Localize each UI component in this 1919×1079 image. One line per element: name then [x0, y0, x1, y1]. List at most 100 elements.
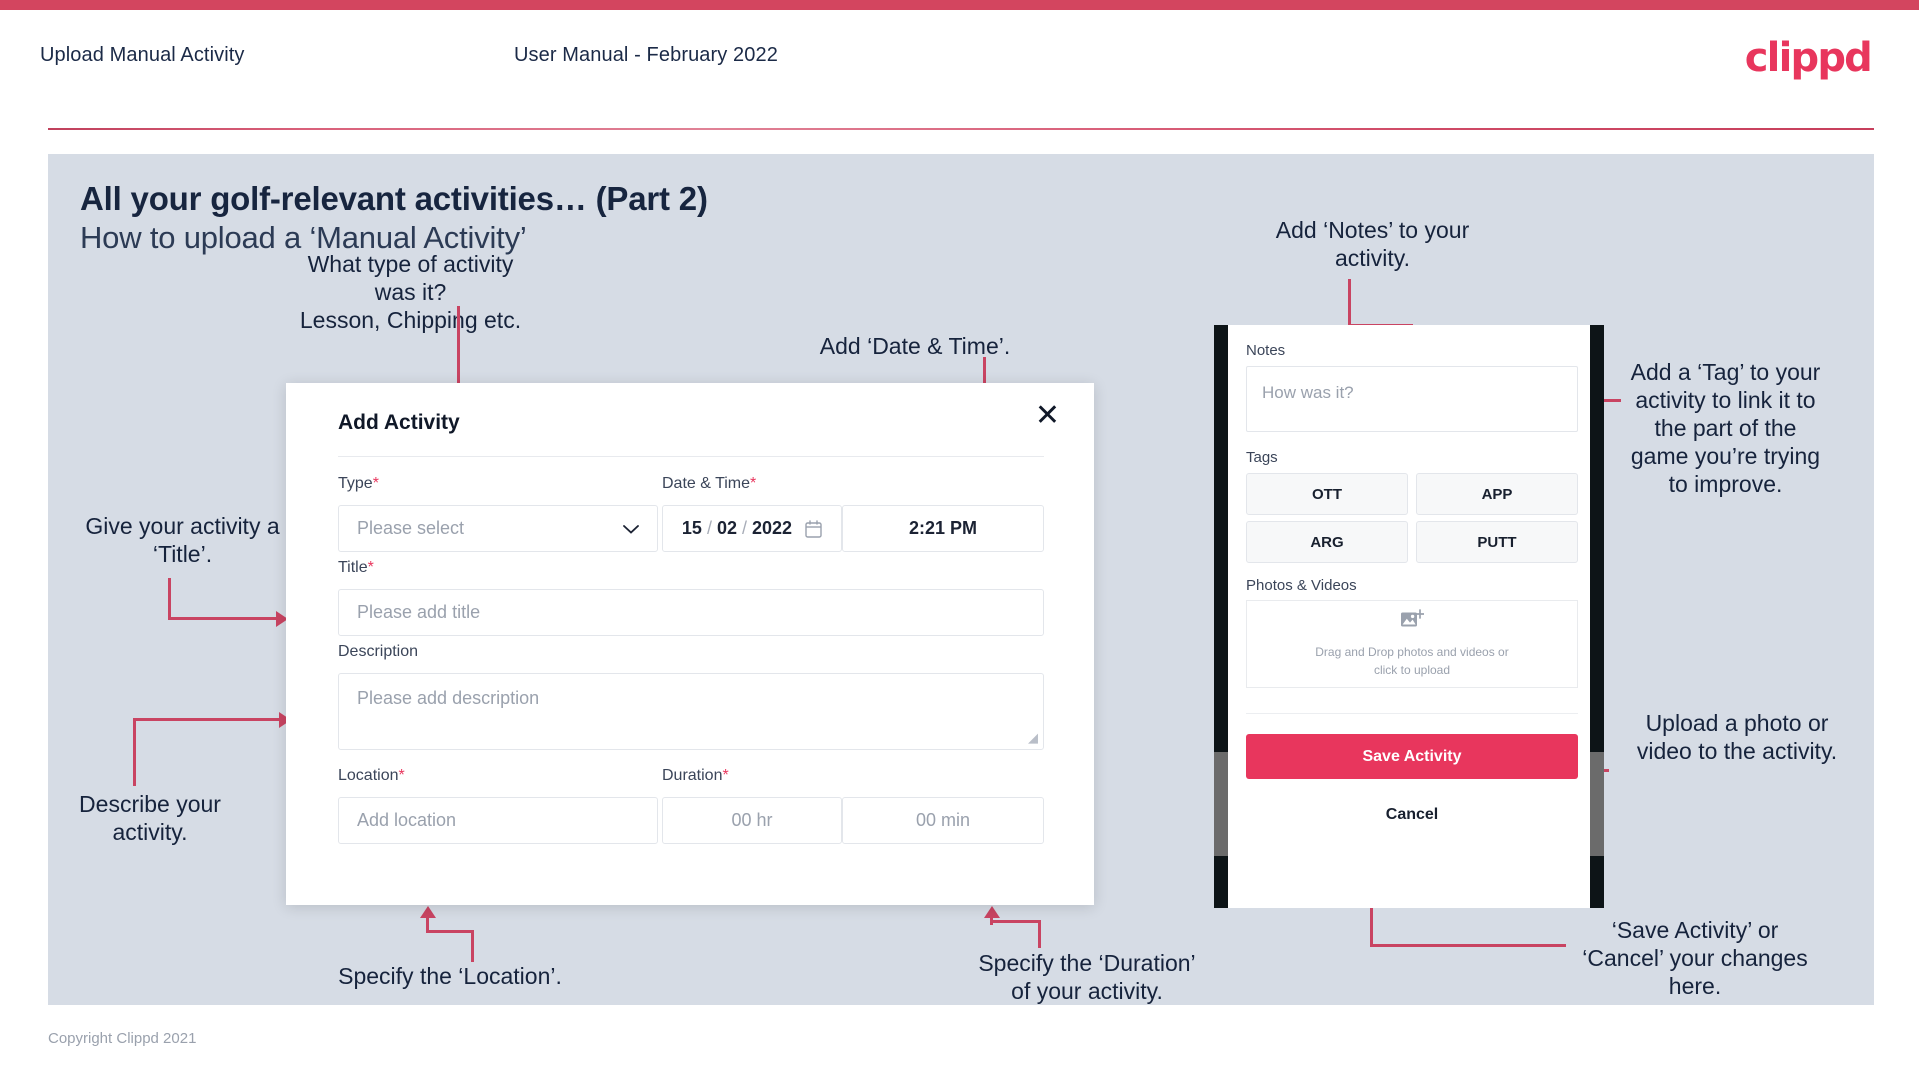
top-accent-stripe: [0, 0, 1919, 10]
notes-label: Notes: [1246, 342, 1286, 359]
annotation-datetime: Add ‘Date & Time’.: [815, 332, 1015, 360]
annotation-save-line3: here.: [1668, 973, 1722, 1000]
annotation-describe: Describe your activity.: [55, 790, 245, 846]
page-subtitle: User Manual - February 2022: [514, 44, 778, 66]
resize-handle-icon[interactable]: ◢: [1028, 731, 1038, 746]
annotation-notes-line2: activity.: [1335, 245, 1410, 272]
page-title: Upload Manual Activity: [40, 44, 245, 66]
duration-minutes-placeholder: 00 min: [915, 810, 971, 830]
save-activity-button[interactable]: Save Activity: [1246, 734, 1578, 779]
annotation-duration-line2: of your activity.: [1011, 978, 1163, 1005]
date-sep-2: /: [742, 518, 748, 538]
title-input[interactable]: Please add title: [338, 589, 1044, 636]
location-placeholder: Add location: [357, 810, 457, 830]
photos-label: Photos & Videos: [1246, 577, 1357, 594]
annotation-title: Give your activity a ‘Title’.: [55, 512, 310, 568]
duration-hours-input[interactable]: 00 hr: [662, 797, 842, 844]
duration-required-marker: *: [722, 767, 729, 784]
dialog-title: Add Activity: [338, 411, 460, 434]
datetime-label-text: Date & Time: [662, 475, 751, 492]
annotation-type-line2: Lesson, Chipping etc.: [299, 307, 522, 334]
location-input[interactable]: Add location: [338, 797, 658, 844]
slide-page: Upload Manual Activity User Manual - Feb…: [0, 0, 1919, 1079]
annotation-upload-line1: Upload a photo or: [1645, 710, 1829, 736]
annotation-notes: Add ‘Notes’ to your activity.: [1245, 216, 1500, 272]
tag-ott[interactable]: OTT: [1246, 473, 1408, 515]
connector-loc-v2: [426, 917, 429, 933]
description-textarea[interactable]: Please add description ◢: [338, 673, 1044, 750]
connector-desc-v: [133, 718, 136, 786]
header-divider: [48, 128, 1874, 130]
annotation-location-text: Specify the ‘Location’.: [338, 963, 562, 989]
datetime-required-marker: *: [750, 475, 757, 492]
connector-save-h: [1370, 944, 1566, 947]
date-year: 2022: [752, 518, 793, 538]
duration-minutes-input[interactable]: 00 min: [842, 797, 1044, 844]
connector-loc-v1: [471, 930, 474, 962]
annotation-describe-line1: Describe your: [79, 791, 221, 817]
annotation-tag-line2: activity to link it to: [1635, 387, 1816, 414]
phone-frame: Notes How was it? Tags OTT APP ARG PUTT …: [1214, 325, 1604, 908]
time-value: 2:21 PM: [908, 518, 978, 538]
close-icon[interactable]: ✕: [1035, 401, 1060, 431]
annotation-tag: Add a ‘Tag’ to your activity to link it …: [1618, 358, 1833, 498]
annotation-datetime-text: Add ‘Date & Time’.: [819, 333, 1011, 359]
title-label-text: Title: [338, 559, 368, 576]
phone-side-button-left: [1214, 752, 1228, 856]
annotation-title-line2: ‘Title’.: [152, 541, 213, 568]
dropzone-text: Drag and Drop photos and videos or click…: [1315, 644, 1508, 679]
connector-dur-h: [990, 920, 1041, 923]
annotation-tag-line1: Add a ‘Tag’ to your: [1630, 359, 1821, 385]
tags-label: Tags: [1246, 449, 1278, 466]
duration-hours-placeholder: 00 hr: [731, 810, 773, 830]
date-month: 02: [716, 518, 737, 538]
type-select[interactable]: Please select: [338, 505, 658, 552]
annotation-tag-line4: game you’re trying: [1630, 443, 1821, 470]
dropzone-line2: click to upload: [1373, 662, 1451, 677]
duration-label-text: Duration: [662, 767, 723, 784]
date-input[interactable]: 15 / 02 / 2022: [662, 505, 842, 552]
phone-divider: [1246, 713, 1578, 714]
connector-loc-h: [426, 930, 474, 933]
footer-copyright: Copyright Clippd 2021: [48, 1030, 197, 1047]
connector-dur-v1: [1038, 920, 1041, 948]
annotation-duration: Specify the ‘Duration’ of your activity.: [962, 949, 1212, 1005]
chevron-down-icon: [623, 518, 639, 539]
location-label: Location*: [338, 767, 405, 785]
connector-title-h: [168, 617, 278, 620]
time-input[interactable]: 2:21 PM: [842, 505, 1044, 552]
duration-label: Duration*: [662, 767, 729, 785]
date-day: 15: [681, 518, 702, 538]
title-required-marker: *: [367, 559, 374, 576]
add-image-icon: [1400, 609, 1425, 635]
photo-dropzone[interactable]: Drag and Drop photos and videos or click…: [1246, 600, 1578, 688]
tag-arg[interactable]: ARG: [1246, 521, 1408, 563]
annotation-type-line1: What type of activity was it?: [307, 251, 514, 306]
annotation-duration-line1: Specify the ‘Duration’: [978, 950, 1196, 976]
connector-loc-arrow: [420, 906, 436, 918]
description-placeholder: Please add description: [357, 688, 540, 708]
type-label-text: Type: [338, 475, 373, 492]
connector-desc-h: [133, 718, 281, 721]
annotation-location: Specify the ‘Location’.: [330, 962, 570, 990]
clippd-logo: clippd: [1744, 35, 1873, 81]
title-label: Title*: [338, 559, 374, 577]
tag-app[interactable]: APP: [1416, 473, 1578, 515]
calendar-icon[interactable]: [805, 519, 822, 538]
cancel-button[interactable]: Cancel: [1246, 806, 1578, 824]
phone-side-button-right: [1590, 752, 1604, 856]
datetime-label: Date & Time*: [662, 475, 756, 493]
add-activity-dialog: Add Activity ✕ Type * Please select Date …: [286, 383, 1094, 905]
dialog-divider: [338, 456, 1044, 457]
connector-notes-v1: [1348, 279, 1351, 327]
type-placeholder: Please select: [357, 518, 465, 538]
annotation-tag-line3: the part of the: [1654, 415, 1797, 442]
date-sep-1: /: [706, 518, 712, 538]
annotation-save-line1: ‘Save Activity’ or: [1611, 917, 1779, 943]
description-label: Description: [338, 643, 418, 661]
tag-putt[interactable]: PUTT: [1416, 521, 1578, 563]
annotation-title-line1: Give your activity a: [85, 513, 280, 539]
annotation-notes-line1: Add ‘Notes’ to your: [1275, 217, 1470, 243]
notes-placeholder: How was it?: [1262, 383, 1354, 402]
annotation-upload-line2: video to the activity.: [1636, 738, 1838, 765]
